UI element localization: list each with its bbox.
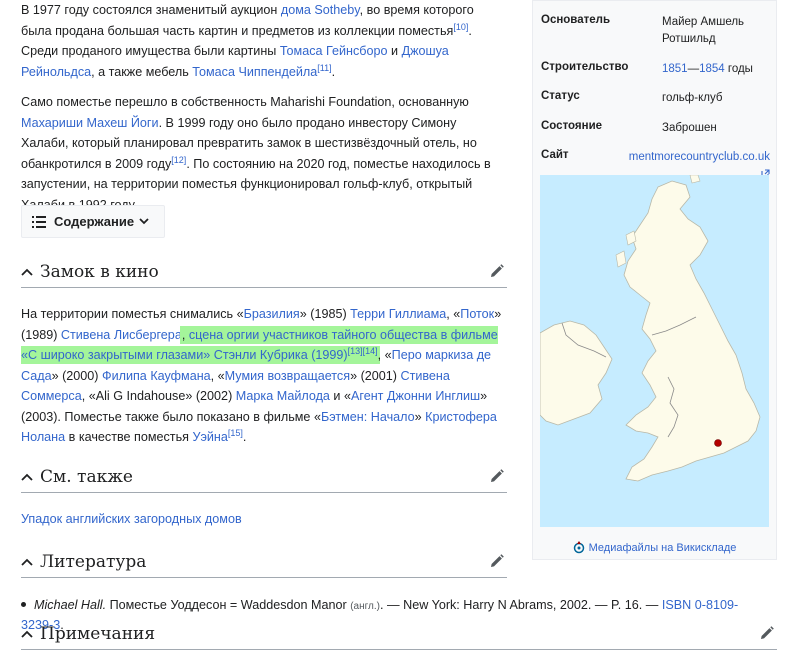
infobox-value: гольф-клуб: [662, 92, 723, 104]
ref-11[interactable]: [11]: [317, 62, 331, 72]
section-title-film: Замок в кино: [40, 262, 159, 282]
pencil-icon[interactable]: [489, 469, 504, 484]
link-1854[interactable]: 1854: [699, 63, 725, 75]
infobox-value: 1851—1854 годы: [662, 63, 753, 75]
ref-15[interactable]: [15]: [228, 428, 243, 438]
toc-button[interactable]: Содержание: [21, 205, 165, 238]
infobox: Основатель Майер Амшель Ротшильд Строите…: [532, 0, 777, 560]
section-divider: [21, 649, 777, 650]
list-icon: [32, 215, 46, 228]
section-heading-film[interactable]: Замок в кино: [21, 259, 507, 285]
pencil-icon[interactable]: [489, 554, 504, 569]
chevron-up-icon[interactable]: [21, 268, 37, 276]
chevron-up-icon[interactable]: [21, 473, 37, 481]
link-country-house-decline[interactable]: Упадок английских загородных домов: [21, 512, 242, 526]
link-mummy-returns[interactable]: Мумия возвращается: [225, 369, 350, 383]
ref-14[interactable]: [14]: [363, 346, 378, 356]
section-title-see-also: См. также: [40, 467, 133, 487]
pencil-icon[interactable]: [759, 626, 774, 641]
section-divider: [21, 287, 507, 288]
paragraph-auction: В 1977 году состоялся знаменитый аукцион…: [21, 3, 474, 79]
link-sotheby[interactable]: дома Sotheby: [281, 3, 360, 17]
section-title-literature: Литература: [40, 552, 147, 572]
chevron-up-icon[interactable]: [21, 630, 37, 638]
lit-author: Michael Hall.: [34, 598, 107, 612]
link-lisberger[interactable]: Стивена Лисбергера: [61, 328, 182, 342]
location-map[interactable]: [540, 175, 769, 527]
infobox-value: Заброшен: [662, 122, 717, 134]
link-tron[interactable]: Поток: [460, 307, 494, 321]
pencil-icon[interactable]: [489, 264, 504, 279]
link-kaufman[interactable]: Филипа Кауфмана: [102, 369, 211, 383]
commons-label[interactable]: Медиафайлы на Викискладе: [589, 542, 737, 554]
toc-label: Содержание: [54, 214, 135, 229]
link-gainsborough[interactable]: Томаса Гейнсборо: [280, 44, 388, 58]
ref-12[interactable]: [12]: [171, 154, 186, 164]
section-heading-literature[interactable]: Литература: [21, 549, 507, 575]
ref-10[interactable]: [10]: [453, 21, 468, 31]
infobox-value: Майер Амшель Ротшильд: [662, 16, 745, 45]
link-wayne[interactable]: Уэйна: [192, 430, 227, 444]
section-heading-see-also[interactable]: См. также: [21, 464, 507, 490]
section-heading-notes[interactable]: Примечания: [21, 621, 777, 647]
link-chippendale[interactable]: Томаса Чиппендейла: [192, 65, 317, 79]
section-divider: [21, 577, 507, 578]
chevron-up-icon[interactable]: [21, 558, 37, 566]
link-mylod[interactable]: Марка Майлода: [236, 389, 330, 403]
infobox-label: Состояние: [541, 120, 603, 132]
ref-13[interactable]: [13]: [348, 346, 363, 356]
link-johnny-english[interactable]: Агент Джонни Инглиш: [351, 389, 480, 403]
location-marker: [714, 439, 722, 447]
bullet: [21, 602, 26, 608]
section-divider: [21, 492, 507, 493]
link-brazil[interactable]: Бразилия: [244, 307, 300, 321]
commons-icon: [573, 541, 585, 554]
chevron-down-icon: [139, 218, 149, 225]
commons-link[interactable]: Медиафайлы на Викискладе: [533, 541, 776, 554]
link-1851[interactable]: 1851: [662, 63, 688, 75]
infobox-label: Основатель: [541, 14, 611, 26]
infobox-label: Строительство: [541, 61, 629, 73]
section-title-notes: Примечания: [40, 624, 156, 644]
infobox-label: Сайт: [541, 149, 569, 161]
infobox-label: Статус: [541, 90, 580, 102]
link-batman-begins[interactable]: Бэтмен: Начало: [321, 410, 415, 424]
link-maharishi[interactable]: Махариши Махеш Йоги: [21, 116, 159, 130]
link-gilliam[interactable]: Терри Гиллиама: [350, 307, 446, 321]
uk-map-svg: [540, 175, 761, 482]
lang-tag: (англ.): [350, 601, 381, 612]
link-website[interactable]: mentmorecountryclub.co.uk: [629, 151, 770, 163]
paragraph-films: На территории поместья снимались «Бразил…: [21, 307, 502, 444]
paragraph-ownership: Само поместье перешло в собственность Ma…: [21, 95, 491, 212]
